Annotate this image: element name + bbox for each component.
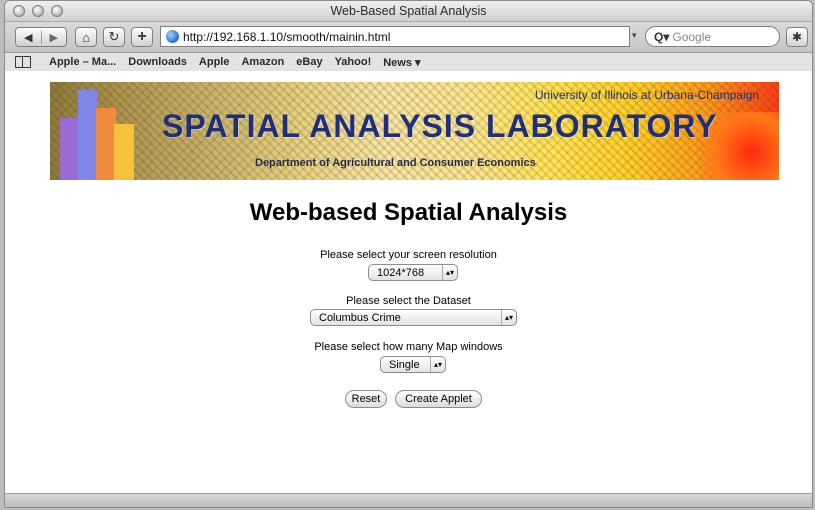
- map-windows-value: Single: [389, 358, 420, 371]
- map-windows-label: Please select how many Map windows: [314, 341, 503, 353]
- select-arrows-icon: ▴▾: [430, 357, 445, 372]
- reload-icon: ↻: [108, 29, 120, 44]
- dataset-select[interactable]: Columbus Crime ▴▾: [310, 309, 517, 326]
- address-bar[interactable]: http://192.168.1.10/smooth/mainin.html: [160, 26, 630, 47]
- browser-window: Web-Based Spatial Analysis ◀ ▶ ⌂ ↻ + htt…: [4, 0, 813, 508]
- title-bar: Web-Based Spatial Analysis: [5, 1, 812, 22]
- globe-icon: [166, 30, 179, 43]
- window-title: Web-Based Spatial Analysis: [330, 4, 487, 18]
- reset-button[interactable]: Reset: [345, 390, 387, 408]
- dataset-value: Columbus Crime: [319, 311, 401, 324]
- banner-university: University of Illinois at Urbana-Champai…: [534, 88, 759, 102]
- resolution-label: Please select your screen resolution: [320, 249, 497, 261]
- reload-button[interactable]: ↻: [103, 27, 125, 47]
- address-text: http://192.168.1.10/smooth/mainin.html: [183, 29, 391, 44]
- resolution-select[interactable]: 1024*768 ▴▾: [368, 264, 458, 281]
- back-arrow-icon[interactable]: ◀: [16, 30, 42, 44]
- map-windows-select[interactable]: Single ▴▾: [380, 356, 446, 373]
- search-icon: Q▾: [654, 29, 670, 44]
- bookmark-item[interactable]: Apple: [199, 56, 230, 68]
- bookmark-item[interactable]: eBay: [296, 56, 322, 68]
- home-icon: ⌂: [82, 29, 90, 45]
- banner-bar-graphic: [78, 90, 98, 180]
- select-arrows-icon: ▴▾: [501, 310, 516, 325]
- bookmark-item[interactable]: Apple – Ma...: [49, 56, 116, 68]
- back-forward-buttons: ◀ ▶: [15, 27, 67, 47]
- banner-bar-graphic: [114, 124, 134, 180]
- resolution-value: 1024*768: [377, 266, 425, 279]
- bug-icon: ✱: [791, 30, 803, 44]
- bookmarks-bar: Apple – Ma... Downloads Apple Amazon eBa…: [5, 53, 812, 72]
- search-field[interactable]: Q▾ Google: [645, 26, 780, 47]
- plus-icon: +: [137, 28, 147, 45]
- bookmarks-book-icon[interactable]: [15, 56, 31, 68]
- banner-bar-graphic: [96, 108, 116, 180]
- search-placeholder: Google: [672, 29, 712, 44]
- address-dropdown-icon[interactable]: ▾: [632, 30, 637, 41]
- page-title: Web-based Spatial Analysis: [249, 199, 568, 226]
- report-bug-button[interactable]: ✱: [786, 27, 808, 47]
- banner-department: Department of Agricultural and Consumer …: [255, 157, 536, 169]
- home-button[interactable]: ⌂: [75, 27, 97, 47]
- lab-banner: University of Illinois at Urbana-Champai…: [50, 82, 779, 180]
- page-content: University of Illinois at Urbana-Champai…: [5, 71, 812, 494]
- bookmark-item[interactable]: Downloads: [128, 56, 187, 68]
- create-applet-button[interactable]: Create Applet: [395, 390, 482, 408]
- dataset-label: Please select the Dataset: [346, 295, 471, 307]
- add-bookmark-button[interactable]: +: [131, 27, 153, 47]
- banner-lab-name: SPATIAL ANALYSIS LABORATORY: [162, 108, 718, 144]
- banner-bar-graphic: [60, 118, 80, 180]
- bookmark-item[interactable]: News ▾: [383, 56, 420, 69]
- bookmark-item[interactable]: Amazon: [241, 56, 284, 68]
- browser-toolbar: ◀ ▶ ⌂ ↻ + http://192.168.1.10/smooth/mai…: [5, 22, 812, 53]
- forward-arrow-icon[interactable]: ▶: [42, 31, 67, 44]
- status-bar: [5, 493, 812, 507]
- bookmark-item[interactable]: Yahoo!: [335, 56, 372, 68]
- select-arrows-icon: ▴▾: [442, 265, 457, 280]
